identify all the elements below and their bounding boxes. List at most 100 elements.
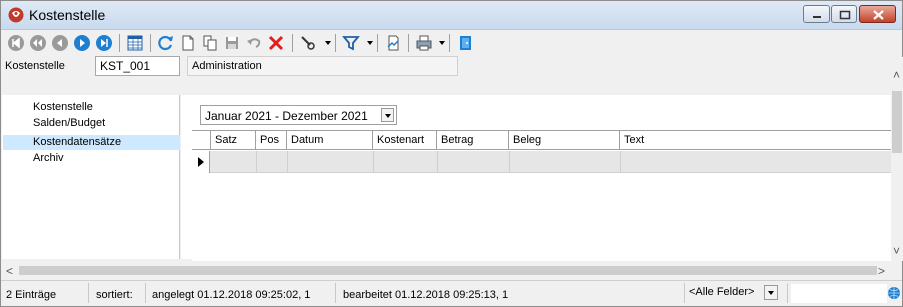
current-row-marker-icon (192, 151, 210, 173)
close-button[interactable] (859, 5, 896, 23)
cell-divider (509, 151, 510, 173)
refresh-icon (158, 35, 173, 51)
exit-icon (460, 36, 471, 50)
app-logo-icon (8, 7, 24, 23)
previous-record-icon (52, 35, 68, 51)
cell-divider (620, 151, 621, 173)
nav-item-kostenstelle[interactable]: Kostenstelle (3, 100, 180, 115)
period-value: Januar 2021 - Dezember 2021 (205, 109, 368, 123)
search-button[interactable] (298, 33, 318, 53)
status-separator (88, 283, 89, 303)
print-icon (416, 35, 432, 51)
horizontal-scroll-thumb[interactable] (19, 266, 877, 275)
filter-dropdown-arrow[interactable] (367, 41, 373, 45)
undo-button[interactable] (244, 33, 264, 53)
previous-page-button[interactable] (28, 33, 48, 53)
cell-divider (437, 151, 438, 173)
toolbar-separator (408, 34, 409, 52)
records-table: Satz Pos Datum Kostenart Betrag Beleg Te… (192, 130, 892, 261)
delete-icon (268, 35, 284, 51)
main-window: Kostenstelle Kostenstelle KST_001 Admini… (0, 0, 903, 307)
toolbar-separator (119, 34, 120, 52)
column-header-beleg[interactable]: Beleg (509, 131, 620, 150)
next-record-icon (74, 35, 90, 51)
table-view-icon (127, 35, 143, 51)
cell-divider (373, 151, 374, 173)
period-select[interactable]: Januar 2021 - Dezember 2021 (200, 105, 397, 125)
last-record-button[interactable] (94, 33, 114, 53)
column-header-datum[interactable]: Datum (287, 131, 373, 150)
column-header-kostenart[interactable]: Kostenart (373, 131, 437, 150)
print-dropdown-arrow[interactable] (439, 41, 445, 45)
new-button[interactable] (178, 33, 198, 53)
first-record-button[interactable] (6, 33, 26, 53)
vertical-scroll-thumb[interactable] (892, 91, 902, 153)
save-button[interactable] (222, 33, 242, 53)
chevron-down-icon[interactable] (381, 108, 394, 122)
record-count: 2 Einträge (6, 289, 57, 301)
minimize-button[interactable] (803, 5, 830, 23)
print-button[interactable] (414, 33, 434, 53)
toolbar (1, 30, 902, 56)
copy-button[interactable] (200, 33, 220, 53)
status-separator (787, 283, 788, 303)
status-separator (335, 283, 336, 303)
table-header: Satz Pos Datum Kostenart Betrag Beleg Te… (192, 131, 892, 150)
status-separator (145, 283, 146, 303)
vertical-scrollbar[interactable] (891, 57, 903, 261)
report-icon (387, 35, 399, 51)
cell-divider (256, 151, 257, 173)
exit-button[interactable] (455, 33, 475, 53)
toolbar-separator (449, 34, 450, 52)
column-header-betrag[interactable]: Betrag (437, 131, 509, 150)
table-view-button[interactable] (125, 33, 145, 53)
cost-center-field[interactable]: KST_001 (95, 56, 180, 76)
close-icon (873, 10, 884, 20)
edited-info: bearbeitet 01.12.2018 09:25:13, 1 (343, 289, 509, 301)
delete-button[interactable] (266, 33, 286, 53)
sort-label: sortiert: (96, 289, 133, 301)
status-separator (684, 283, 685, 303)
maximize-button[interactable] (831, 5, 857, 23)
last-record-icon (96, 35, 112, 51)
quick-search-input[interactable] (791, 284, 887, 303)
next-record-button[interactable] (72, 33, 92, 53)
toolbar-separator (377, 34, 378, 52)
column-header-text[interactable]: Text (620, 131, 892, 150)
scroll-up-icon[interactable]: ˄ (893, 69, 900, 81)
row-header-column (192, 131, 211, 150)
description-field: Administration (187, 56, 458, 76)
toolbar-separator (335, 34, 336, 52)
table-row[interactable] (192, 151, 892, 173)
section-navigation: Kostenstelle Salden/Budget Kostendatensä… (2, 95, 180, 259)
nav-item-archiv[interactable]: Archiv (3, 151, 180, 166)
report-button[interactable] (383, 33, 403, 53)
cell-divider (287, 151, 288, 173)
filter-icon (342, 36, 360, 51)
nav-item-kostendatensaetze[interactable]: Kostendatensätze (3, 135, 180, 150)
globe-icon[interactable] (887, 286, 901, 300)
scroll-left-icon[interactable]: < (6, 265, 13, 277)
scroll-right-icon[interactable]: > (878, 265, 885, 277)
column-header-satz[interactable]: Satz (211, 131, 256, 150)
search-dropdown-arrow[interactable] (325, 41, 331, 45)
nav-item-salden-budget[interactable]: Salden/Budget (3, 116, 180, 131)
chevron-down-icon[interactable] (764, 285, 778, 300)
title-bar: Kostenstelle (1, 1, 902, 30)
column-header-pos[interactable]: Pos (256, 131, 287, 150)
toolbar-separator (150, 34, 151, 52)
undo-icon (247, 38, 261, 48)
filter-button[interactable] (341, 33, 361, 53)
toolbar-separator (292, 34, 293, 52)
save-icon (226, 37, 238, 49)
previous-record-button[interactable] (50, 33, 70, 53)
maximize-icon (839, 10, 851, 20)
window-title: Kostenstelle (29, 7, 106, 23)
previous-page-icon (30, 35, 46, 51)
cost-center-label: Kostenstelle (5, 60, 65, 72)
scroll-down-icon[interactable]: ˅ (893, 245, 900, 257)
refresh-button[interactable] (156, 33, 176, 53)
created-info: angelegt 01.12.2018 09:25:02, 1 (152, 289, 311, 301)
minimize-icon (813, 16, 821, 18)
search-icon (301, 36, 315, 50)
